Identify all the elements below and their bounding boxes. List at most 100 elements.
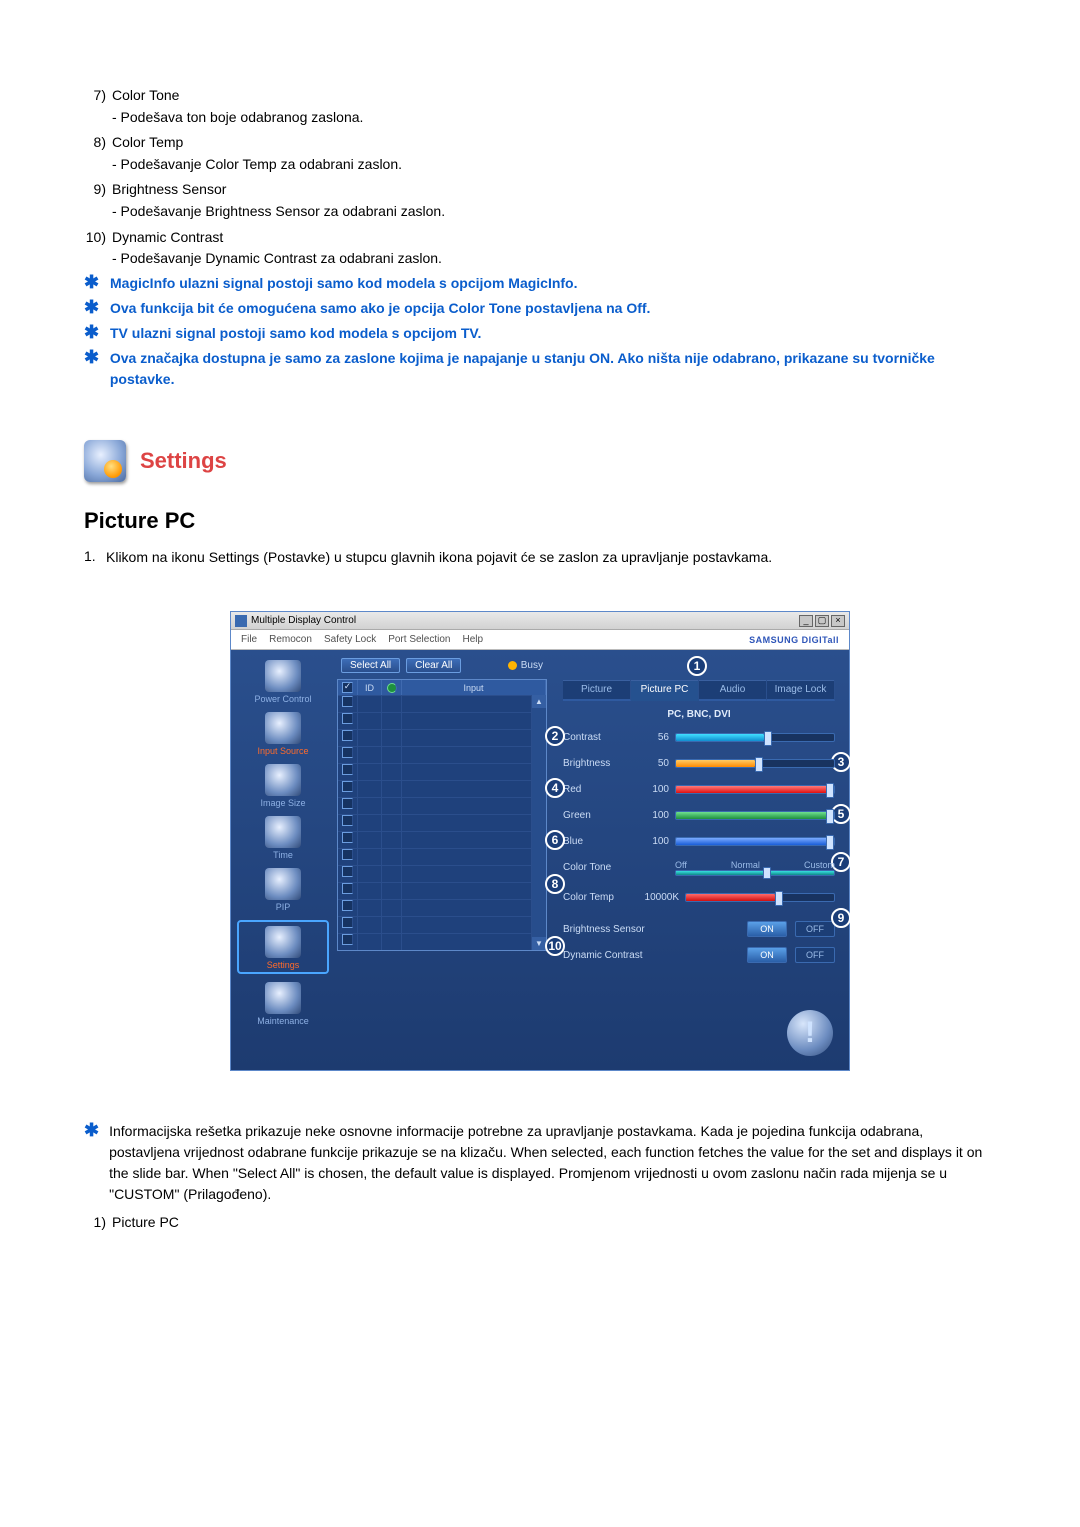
app-screenshot: Multiple Display Control _ ▢ × File Remo… (230, 611, 850, 1071)
info-icon[interactable]: ! (787, 1010, 833, 1056)
row-checkbox[interactable] (342, 849, 353, 860)
row-checkbox[interactable] (342, 764, 353, 775)
sidebar-item-pip[interactable]: PIP (237, 868, 329, 912)
green-slider[interactable] (675, 811, 835, 820)
row-checkbox[interactable] (342, 696, 353, 707)
row-checkbox[interactable] (342, 815, 353, 826)
contrast-slider[interactable] (675, 733, 835, 742)
sidebar-item-input[interactable]: Input Source (237, 712, 329, 756)
color-temp-slider[interactable] (685, 893, 835, 902)
tab-picture-pc[interactable]: Picture PC (631, 680, 699, 701)
dcontrast-on-button[interactable]: ON (747, 947, 787, 963)
table-row[interactable] (338, 831, 532, 848)
note-text: Ova funkcija bit će omogućena samo ako j… (110, 298, 650, 319)
minimize-button[interactable]: _ (799, 615, 813, 627)
row-brightness-sensor: Brightness Sensor ON OFF (563, 918, 835, 940)
table-row[interactable] (338, 865, 532, 882)
menu-port-selection[interactable]: Port Selection (388, 634, 450, 645)
row-checkbox[interactable] (342, 900, 353, 911)
row-checkbox[interactable] (342, 883, 353, 894)
list-item-8: 8) Color Temp (84, 133, 996, 153)
row-checkbox[interactable] (342, 713, 353, 724)
row-checkbox[interactable] (342, 781, 353, 792)
footer-list-item-1: 1) Picture PC (84, 1213, 996, 1233)
gear-icon (265, 926, 301, 958)
sidebar-item-image[interactable]: Image Size (237, 764, 329, 808)
scrollbar[interactable]: ▲ ▼ (532, 695, 546, 950)
row-dynamic-contrast: Dynamic Contrast ON OFF (563, 944, 835, 966)
sidebar-item-maintenance[interactable]: Maintenance (237, 982, 329, 1026)
close-button[interactable]: × (831, 615, 845, 627)
note-text: MagicInfo ulazni signal postoji samo kod… (110, 273, 578, 294)
note-text: Ova značajka dostupna je samo za zaslone… (110, 348, 996, 390)
input-icon (265, 712, 301, 744)
table-row[interactable] (338, 729, 532, 746)
bsensor-on-button[interactable]: ON (747, 921, 787, 937)
section-title: Picture PC (84, 508, 996, 534)
note-text: TV ulazni signal postoji samo kod modela… (110, 323, 481, 344)
settings-title: Settings (140, 448, 227, 474)
tab-audio[interactable]: Audio (699, 680, 767, 701)
maximize-button[interactable]: ▢ (815, 615, 829, 627)
col-input: Input (402, 680, 546, 695)
desc: - Podešavanje Brightness Sensor za odabr… (112, 202, 996, 222)
clear-all-button[interactable]: Clear All (406, 658, 461, 673)
table-row[interactable] (338, 899, 532, 916)
num: 7) (84, 86, 112, 106)
desc: - Podešavanje Color Temp za odabrani zas… (112, 155, 996, 175)
num: 9) (84, 180, 112, 200)
note-3: ✱ TV ulazni signal postoji samo kod mode… (84, 323, 996, 344)
row-blue: Blue 100 (563, 830, 835, 852)
header-checkbox[interactable] (342, 682, 353, 693)
table-row[interactable] (338, 712, 532, 729)
row-checkbox[interactable] (342, 747, 353, 758)
sidebar-item-time[interactable]: Time (237, 816, 329, 860)
bsensor-off-button[interactable]: OFF (795, 921, 835, 937)
table-row[interactable] (338, 746, 532, 763)
row-checkbox[interactable] (342, 798, 353, 809)
mode-label: PC, BNC, DVI (563, 709, 835, 720)
table-row[interactable] (338, 814, 532, 831)
menu-file[interactable]: File (241, 634, 257, 645)
menu-remocon[interactable]: Remocon (269, 634, 312, 645)
scroll-up-icon[interactable]: ▲ (532, 695, 546, 708)
row-checkbox[interactable] (342, 934, 353, 945)
table-row[interactable] (338, 848, 532, 865)
table-row[interactable] (338, 797, 532, 814)
num: 1) (84, 1213, 112, 1233)
dcontrast-off-button[interactable]: OFF (795, 947, 835, 963)
sidebar-item-settings[interactable]: Settings (237, 920, 329, 974)
menu-safety-lock[interactable]: Safety Lock (324, 634, 376, 645)
time-icon (265, 816, 301, 848)
row-checkbox[interactable] (342, 866, 353, 877)
tab-picture[interactable]: Picture (563, 680, 631, 701)
row-checkbox[interactable] (342, 917, 353, 928)
table-row[interactable] (338, 882, 532, 899)
note-text: Informacijska rešetka prikazuje neke osn… (109, 1121, 996, 1205)
list-item-9: 9) Brightness Sensor (84, 180, 996, 200)
blue-slider[interactable] (675, 837, 835, 846)
tab-image-lock[interactable]: Image Lock (767, 680, 835, 701)
title: Color Tone (112, 86, 996, 106)
num: 8) (84, 133, 112, 153)
brightness-slider[interactable] (675, 759, 835, 768)
table-row[interactable] (338, 763, 532, 780)
desc: - Podešavanje Dynamic Contrast za odabra… (112, 249, 996, 269)
sidebar-item-power[interactable]: Power Control (237, 660, 329, 704)
list-item-10: 10) Dynamic Contrast (84, 228, 996, 248)
select-all-button[interactable]: Select All (341, 658, 400, 673)
table-row[interactable] (338, 695, 532, 712)
color-tone-slider[interactable]: Off Normal Custom (675, 860, 835, 874)
table-row[interactable] (338, 916, 532, 933)
row-checkbox[interactable] (342, 730, 353, 741)
row-contrast: Contrast 56 (563, 726, 835, 748)
table-row[interactable] (338, 933, 532, 950)
star-icon: ✱ (84, 273, 100, 291)
status-icon (387, 683, 397, 693)
scroll-down-icon[interactable]: ▼ (532, 937, 546, 950)
table-row[interactable] (338, 780, 532, 797)
row-checkbox[interactable] (342, 832, 353, 843)
red-slider[interactable] (675, 785, 835, 794)
menu-help[interactable]: Help (462, 634, 483, 645)
callout-8: 8 (545, 874, 565, 894)
